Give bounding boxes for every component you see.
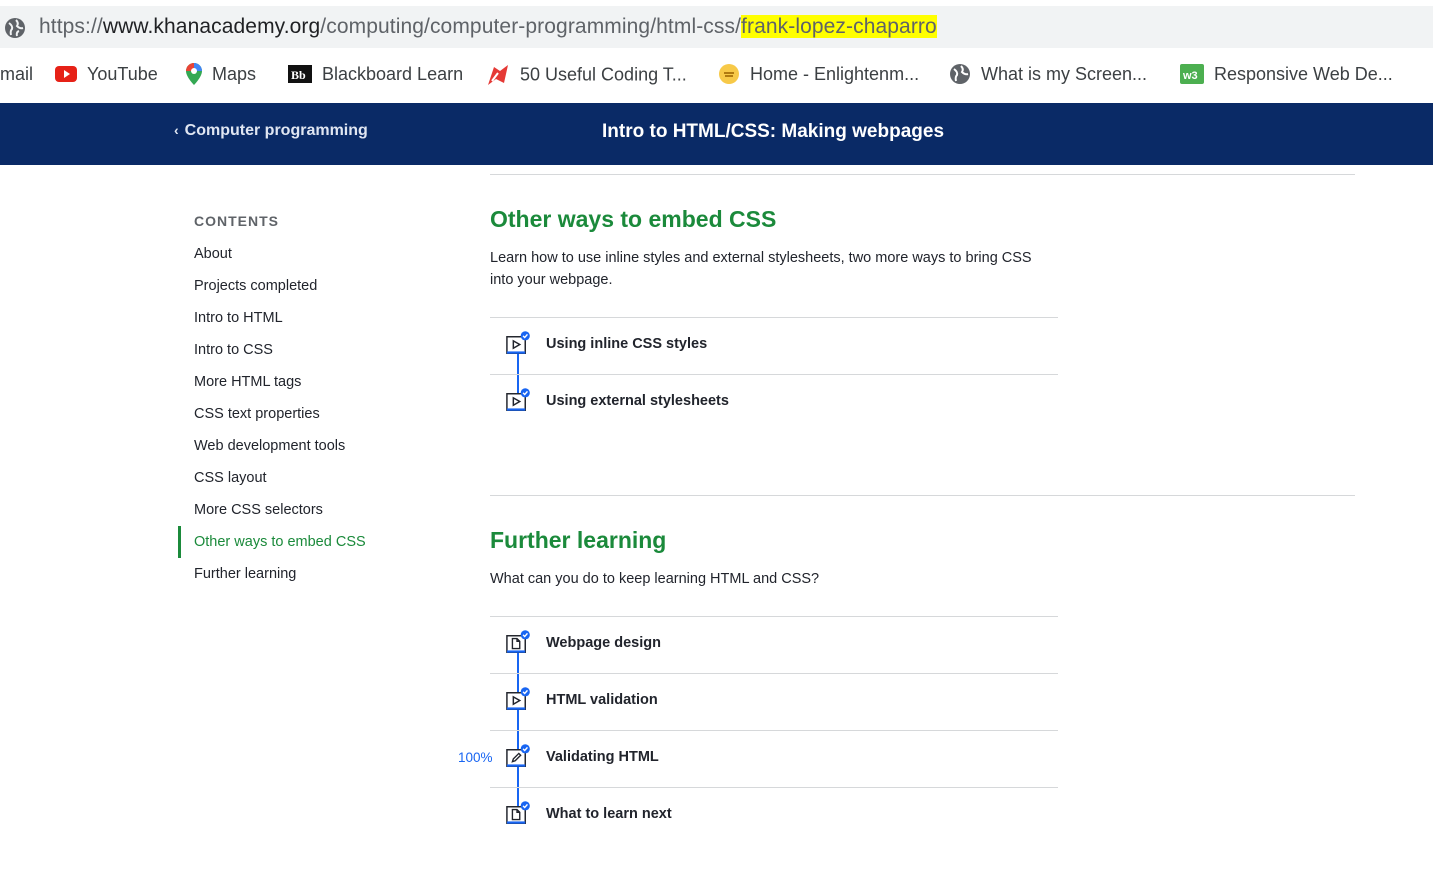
course-header: ‹ Computer programming Intro to HTML/CSS:…: [0, 103, 1433, 165]
lesson-title: Using external stylesheets: [546, 393, 729, 409]
lesson-item[interactable]: Using external stylesheets: [490, 374, 1058, 432]
globe-icon: [950, 64, 970, 85]
lesson-title: What to learn next: [546, 806, 672, 822]
enlightenment-icon: [719, 64, 739, 85]
w3-icon: w3: [1180, 64, 1204, 85]
svg-text:Bb: Bb: [291, 68, 306, 82]
lesson-title: Using inline CSS styles: [546, 336, 708, 352]
toc-item-intro-to-css[interactable]: Intro to CSS: [178, 334, 366, 366]
toc-item-web-development-tools[interactable]: Web development tools: [178, 430, 366, 462]
toc-item-other-ways-to-embed-css[interactable]: Other ways to embed CSS: [178, 526, 366, 558]
bookmark-screen[interactable]: What is my Screen...: [949, 63, 1147, 85]
url-highlight: frank-lopez-chaparro: [741, 15, 937, 38]
section-description: Learn how to use inline styles and exter…: [490, 250, 1032, 288]
bookmark-youtube[interactable]: YouTube: [55, 63, 158, 85]
lesson-title: HTML validation: [546, 692, 658, 708]
section-title[interactable]: Further learning: [490, 527, 666, 554]
lesson-item[interactable]: Webpage design: [490, 616, 1058, 674]
lesson-item[interactable]: Using inline CSS styles: [490, 317, 1058, 375]
toc-item-about[interactable]: About: [178, 238, 366, 270]
bookmark-w3[interactable]: w3 Responsive Web De...: [1180, 63, 1393, 85]
lesson-item[interactable]: HTML validation: [490, 673, 1058, 731]
youtube-icon: [55, 66, 77, 83]
section-description: What can you do to keep learning HTML an…: [490, 571, 820, 587]
lesson-title: Validating HTML: [546, 749, 659, 765]
progress-percent: 100%: [458, 750, 493, 765]
article-icon: [506, 801, 530, 824]
back-to-course-link[interactable]: ‹ Computer programming: [174, 122, 368, 140]
section-divider: [490, 495, 1355, 496]
address-bar[interactable]: https://www.khanacademy.org/computing/co…: [0, 6, 1433, 48]
section-divider: [490, 174, 1355, 175]
toc-item-projects-completed[interactable]: Projects completed: [178, 270, 366, 302]
lesson-item[interactable]: What to learn next: [490, 787, 1058, 845]
contents-heading: CONTENTS: [194, 213, 279, 229]
maps-icon: [186, 63, 202, 86]
video-icon: [506, 388, 530, 411]
bookmark-blackboard[interactable]: Bb Blackboard Learn: [288, 63, 463, 85]
toc-item-intro-to-html[interactable]: Intro to HTML: [178, 302, 366, 334]
bookmark-enlightenment[interactable]: Home - Enlightenm...: [718, 63, 919, 85]
unit-title: Intro to HTML/CSS: Making webpages: [602, 121, 945, 142]
contents-list: About Projects completed Intro to HTML I…: [178, 238, 366, 590]
toc-item-more-html-tags[interactable]: More HTML tags: [178, 366, 366, 398]
bookmark-gmail[interactable]: mail: [0, 63, 33, 85]
bookmarks-bar: mail YouTube Maps Bb Blackboard Learn 50 …: [0, 48, 1433, 102]
bookmark-maps[interactable]: Maps: [186, 63, 256, 86]
exercise-icon: [506, 744, 530, 767]
toc-item-css-layout[interactable]: CSS layout: [178, 462, 366, 494]
lesson-item[interactable]: Validating HTML: [490, 730, 1058, 788]
toc-item-more-css-selectors[interactable]: More CSS selectors: [178, 494, 366, 526]
video-icon: [506, 331, 530, 354]
url-text[interactable]: https://www.khanacademy.org/computing/co…: [39, 15, 937, 39]
chevron-left-icon: ‹: [174, 122, 179, 138]
article-icon: [506, 630, 530, 653]
toc-item-css-text-properties[interactable]: CSS text properties: [178, 398, 366, 430]
toc-item-further-learning[interactable]: Further learning: [178, 558, 366, 590]
site-info-icon[interactable]: [4, 17, 26, 39]
bookmark-coding-tips[interactable]: 50 Useful Coding T...: [486, 63, 687, 87]
coding-tips-icon: [488, 65, 508, 85]
lesson-title: Webpage design: [546, 635, 661, 651]
section-title[interactable]: Other ways to embed CSS: [490, 206, 776, 233]
blackboard-icon: Bb: [288, 65, 312, 84]
svg-text:w3: w3: [1182, 70, 1198, 82]
video-icon: [506, 687, 530, 710]
